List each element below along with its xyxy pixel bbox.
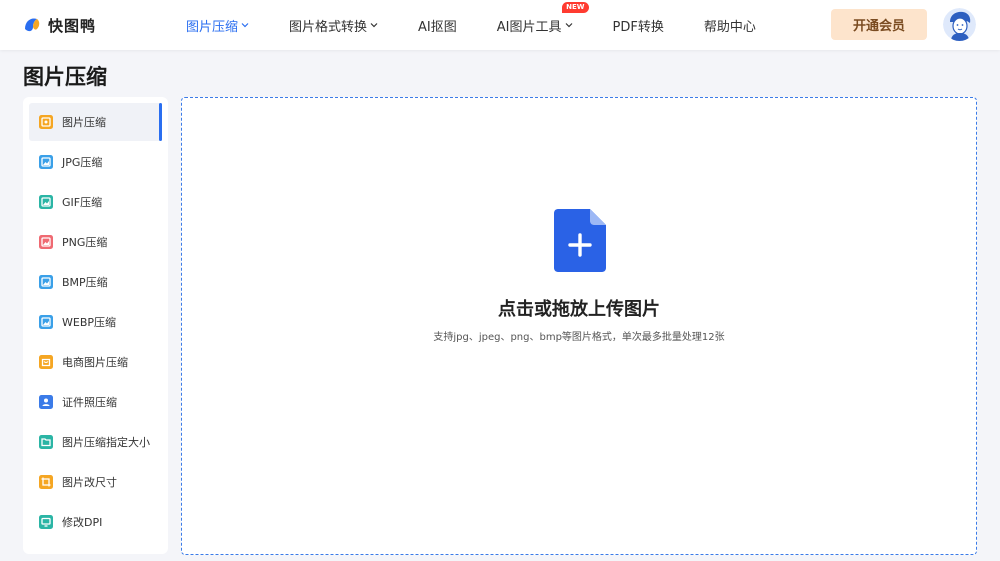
jpg-icon — [39, 155, 53, 169]
png-icon — [39, 235, 53, 249]
sidebar-item-label: 电商图片压缩 — [62, 356, 128, 369]
image-compress-icon — [39, 115, 53, 129]
duck-logo-icon — [25, 18, 40, 32]
nav-image-compress[interactable]: 图片压缩 — [186, 16, 249, 35]
monitor-dpi-icon — [39, 515, 53, 529]
nav-label: PDF转换 — [612, 19, 664, 35]
nav-help-center[interactable]: 帮助中心 — [704, 16, 756, 35]
upload-subtitle: 支持jpg、jpeg、png、bmp等图片格式，单次最多批量处理12张 — [433, 332, 725, 343]
id-photo-icon — [39, 395, 53, 409]
new-badge: NEW — [562, 1, 589, 13]
vip-button[interactable]: 开通会员 — [831, 9, 927, 40]
sidebar-item-label: PNG压缩 — [62, 236, 108, 249]
top-header: 快图鸭 图片压缩 图片格式转换 AI抠图 AI图片工具 NEW PDF转换 帮助… — [0, 0, 1000, 50]
nav-label: 图片格式转换 — [289, 19, 368, 35]
sidebar-item-label: JPG压缩 — [62, 156, 103, 169]
sidebar-item-bmp[interactable]: BMP压缩 — [29, 263, 162, 301]
avatar[interactable] — [943, 8, 976, 41]
sidebar-item-dpi[interactable]: 修改DPI — [29, 503, 162, 541]
gif-icon — [39, 195, 53, 209]
folder-size-icon — [39, 435, 53, 449]
chevron-down-icon — [370, 23, 378, 28]
sidebar-item-label: 图片压缩指定大小 — [62, 436, 150, 449]
sidebar-item-compress-size[interactable]: 图片压缩指定大小 — [29, 423, 162, 461]
nav-ai-tools[interactable]: AI图片工具 NEW — [496, 1, 589, 35]
sidebar-item-label: 修改DPI — [62, 516, 103, 529]
sidebar-item-gif[interactable]: GIF压缩 — [29, 183, 162, 221]
add-file-icon — [554, 209, 606, 272]
upload-title: 点击或拖放上传图片 — [498, 299, 660, 320]
sidebar-item-label: 证件照压缩 — [62, 396, 117, 409]
sidebar-item-jpg[interactable]: JPG压缩 — [29, 143, 162, 181]
sidebar-item-png[interactable]: PNG压缩 — [29, 223, 162, 261]
bmp-icon — [39, 275, 53, 289]
logo[interactable]: 快图鸭 — [22, 0, 96, 50]
resize-icon — [39, 475, 53, 489]
sidebar-item-label: GIF压缩 — [62, 196, 103, 209]
main-nav: 图片压缩 图片格式转换 AI抠图 AI图片工具 NEW PDF转换 帮助中心 — [186, 0, 796, 50]
nav-ai-cutout[interactable]: AI抠图 — [418, 16, 457, 35]
sidebar-item-resize[interactable]: 图片改尺寸 — [29, 463, 162, 501]
sidebar-item-image-compress[interactable]: 图片压缩 — [29, 103, 162, 141]
nav-label: AI图片工具 — [496, 19, 562, 35]
chevron-down-icon — [241, 23, 249, 28]
chevron-down-icon — [565, 23, 572, 28]
sidebar-item-webp[interactable]: WEBP压缩 — [29, 303, 162, 341]
ecommerce-icon — [39, 355, 53, 369]
sidebar-item-label: 图片改尺寸 — [62, 476, 117, 489]
nav-label: 帮助中心 — [703, 19, 756, 35]
nav-pdf-convert[interactable]: PDF转换 — [613, 16, 664, 35]
sidebar: 图片压缩 JPG压缩 GIF压缩 PNG压缩 BMP压缩 WEBP压缩 电商图片… — [23, 97, 168, 554]
upload-dropzone[interactable]: 点击或拖放上传图片 支持jpg、jpeg、png、bmp等图片格式，单次最多批量… — [181, 97, 977, 555]
sidebar-item-ecommerce[interactable]: 电商图片压缩 — [29, 343, 162, 381]
page-title: 图片压缩 — [23, 65, 107, 89]
user-avatar-icon — [943, 8, 976, 41]
sidebar-item-label: 图片压缩 — [62, 116, 106, 129]
sidebar-item-label: BMP压缩 — [62, 276, 108, 289]
sidebar-item-label: WEBP压缩 — [62, 316, 117, 329]
webp-icon — [39, 315, 53, 329]
nav-label: 图片压缩 — [186, 19, 239, 35]
sidebar-item-id-photo[interactable]: 证件照压缩 — [29, 383, 162, 421]
logo-text: 快图鸭 — [48, 16, 97, 35]
nav-label: AI抠图 — [418, 19, 457, 35]
nav-format-convert[interactable]: 图片格式转换 — [289, 16, 378, 35]
